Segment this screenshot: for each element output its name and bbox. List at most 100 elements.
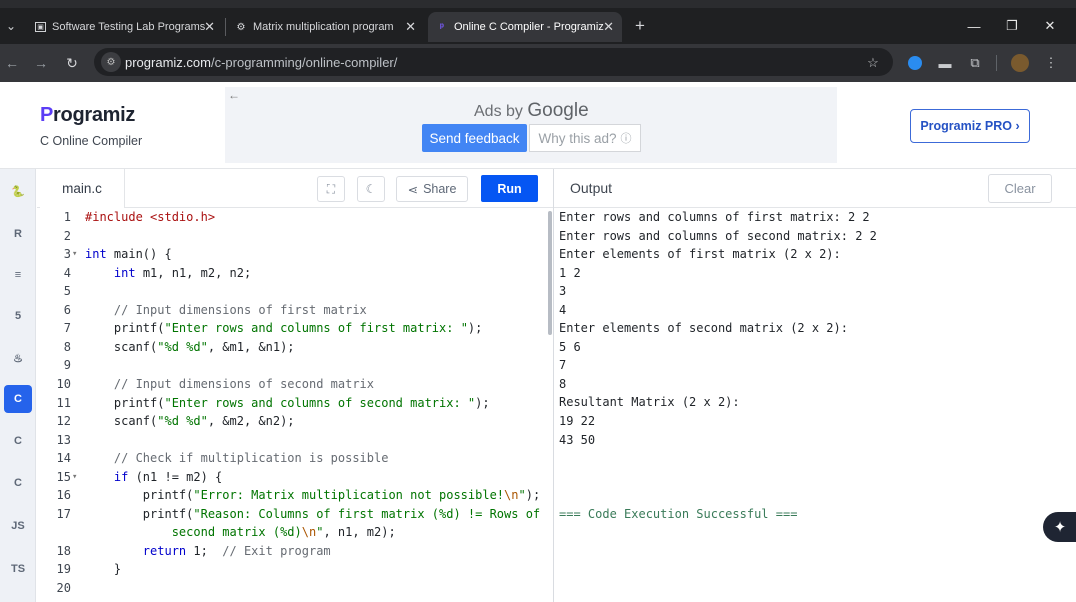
line-number[interactable]: 7 <box>37 319 71 338</box>
forward-icon[interactable]: → <box>29 52 53 74</box>
sidebar-item-sql[interactable]: ≡ <box>4 261 32 289</box>
line-number[interactable]: 11 <box>37 394 71 413</box>
code-text[interactable]: second matrix (%d)\n", n1, m2); <box>85 523 396 542</box>
line-number[interactable]: 19 <box>37 560 71 579</box>
extension-icon[interactable] <box>904 52 926 74</box>
line-number[interactable]: 15 <box>37 468 71 487</box>
fold-toggle-icon[interactable]: ▾ <box>72 245 77 264</box>
code-text[interactable]: // Input dimensions of first matrix <box>85 301 367 320</box>
code-text[interactable]: scanf("%d %d", &m1, &n1); <box>85 338 295 357</box>
code-line[interactable]: 20 <box>37 579 549 598</box>
code-line[interactable]: 15 ▾ if (n1 != m2) { <box>37 468 549 487</box>
restore-icon[interactable]: ❐ <box>994 12 1030 40</box>
tab-search-chevron-icon[interactable]: ⌄ <box>0 8 22 44</box>
media-icon[interactable]: ▬ <box>934 52 956 74</box>
sidebar-item-c[interactable]: C <box>4 385 32 413</box>
code-text[interactable]: // Input dimensions of second matrix <box>85 375 374 394</box>
code-line[interactable]: 8 scanf("%d %d", &m1, &n1); <box>37 338 549 357</box>
line-number[interactable]: 12 <box>37 412 71 431</box>
line-number[interactable]: 3 <box>37 245 71 264</box>
code-text[interactable]: printf("Enter rows and columns of second… <box>85 394 490 413</box>
reload-icon[interactable]: ↻ <box>60 52 84 74</box>
close-tab-icon[interactable]: ✕ <box>603 19 614 35</box>
sidebar-item-html[interactable]: 5 <box>4 302 32 330</box>
extensions-puzzle-icon[interactable]: ⧉ <box>964 52 986 74</box>
code-text[interactable]: int m1, n1, m2, n2; <box>85 264 251 283</box>
line-number[interactable]: 9 <box>37 356 71 375</box>
sidebar-item-r[interactable]: R <box>4 220 32 248</box>
code-line[interactable]: 1 #include <stdio.h> <box>37 208 549 227</box>
dark-mode-moon-icon[interactable]: ☾ <box>357 176 385 202</box>
pane-divider[interactable] <box>553 169 554 602</box>
bookmark-star-icon[interactable]: ☆ <box>862 52 884 74</box>
sidebar-item-javascript[interactable]: JS <box>4 512 32 540</box>
code-line[interactable]: 19 } <box>37 560 549 579</box>
url-text[interactable]: programiz.com/c-programming/online-compi… <box>125 55 397 70</box>
editor-scrollbar[interactable] <box>548 211 552 335</box>
code-text[interactable]: // Check if multiplication is possible <box>85 449 389 468</box>
minimize-icon[interactable]: — <box>956 12 992 40</box>
sidebar-item-csharp[interactable]: C <box>4 469 32 497</box>
new-tab-button[interactable]: + <box>626 12 654 40</box>
fold-toggle-icon[interactable]: ▾ <box>72 468 77 487</box>
code-line[interactable]: 4 int m1, n1, m2, n2; <box>37 264 549 283</box>
code-line[interactable]: 7 printf("Enter rows and columns of firs… <box>37 319 549 338</box>
code-line[interactable]: 10 // Input dimensions of second matrix <box>37 375 549 394</box>
back-icon[interactable]: ← <box>0 52 24 74</box>
run-button[interactable]: Run <box>481 175 538 202</box>
code-line[interactable]: 12 scanf("%d %d", &m2, &n2); <box>37 412 549 431</box>
output-console[interactable]: Enter rows and columns of first matrix: … <box>559 208 1069 523</box>
code-text[interactable]: printf("Enter rows and columns of first … <box>85 319 482 338</box>
close-tab-icon[interactable]: ✕ <box>204 19 215 35</box>
profile-avatar[interactable] <box>1009 52 1031 74</box>
code-line[interactable]: 17 printf("Reason: Columns of first matr… <box>37 505 549 524</box>
code-text[interactable]: #include <stdio.h> <box>85 208 215 227</box>
programiz-logo[interactable]: Programiz <box>40 104 135 127</box>
ad-back-arrow-icon[interactable]: ← <box>228 88 240 102</box>
code-line[interactable]: 2 <box>37 227 549 246</box>
line-number[interactable]: 5 <box>37 282 71 301</box>
code-line[interactable]: 16 printf("Error: Matrix multiplication … <box>37 486 549 505</box>
line-number[interactable]: 10 <box>37 375 71 394</box>
send-feedback-button[interactable]: Send feedback <box>422 124 527 152</box>
line-number[interactable]: 17 <box>37 505 71 524</box>
code-text[interactable]: } <box>85 560 121 579</box>
code-editor[interactable]: 1 #include <stdio.h> 2 3 ▾ int main() {4 int … <box>37 208 549 602</box>
code-text[interactable]: return 1; // Exit program <box>85 542 331 561</box>
ai-sparkle-icon[interactable]: ✦ <box>1043 512 1076 542</box>
code-line[interactable]: 6 // Input dimensions of first matrix <box>37 301 549 320</box>
code-line[interactable]: second matrix (%d)\n", n1, m2); <box>37 523 549 542</box>
line-number[interactable]: 20 <box>37 579 71 598</box>
line-number[interactable]: 2 <box>37 227 71 246</box>
code-line[interactable]: 14 // Check if multiplication is possibl… <box>37 449 549 468</box>
code-text[interactable]: int main() { <box>85 245 172 264</box>
sidebar-item-java[interactable]: ♨ <box>4 344 32 372</box>
line-number[interactable]: 4 <box>37 264 71 283</box>
share-button[interactable]: ⋖ Share <box>396 176 468 202</box>
code-line[interactable]: 5 <box>37 282 549 301</box>
code-text[interactable]: printf("Reason: Columns of first matrix … <box>85 505 540 524</box>
code-line[interactable]: 3 ▾ int main() { <box>37 245 549 264</box>
line-number[interactable]: 1 <box>37 208 71 227</box>
code-text[interactable]: scanf("%d %d", &m2, &n2); <box>85 412 295 431</box>
line-number[interactable]: 6 <box>37 301 71 320</box>
close-window-icon[interactable]: ✕ <box>1032 12 1068 40</box>
code-line[interactable]: 11 printf("Enter rows and columns of sec… <box>37 394 549 413</box>
site-info-icon[interactable]: ⚙ <box>101 52 121 72</box>
code-line[interactable]: 9 <box>37 356 549 375</box>
sidebar-item-python[interactable]: 🐍 <box>4 177 32 205</box>
code-text[interactable]: if (n1 != m2) { <box>85 468 222 487</box>
fullscreen-icon[interactable]: ⛶ <box>317 176 345 202</box>
tab-online-c-compiler[interactable]: ᵖ Online C Compiler - Programiz ✕ <box>428 12 622 42</box>
why-this-ad-button[interactable]: Why this ad? ⓘ <box>529 124 641 152</box>
tab-matrix-multiplication[interactable]: ⚙ Matrix multiplication program ✕ <box>227 12 424 42</box>
browser-menu-icon[interactable]: ⋮ <box>1040 52 1062 74</box>
close-tab-icon[interactable]: ✕ <box>405 19 416 35</box>
code-line[interactable]: 18 return 1; // Exit program <box>37 542 549 561</box>
line-number[interactable]: 16 <box>37 486 71 505</box>
programiz-pro-button[interactable]: Programiz PRO › <box>910 109 1030 143</box>
file-tab-main-c[interactable]: main.c <box>40 169 125 208</box>
code-text[interactable]: printf("Error: Matrix multiplication not… <box>85 486 540 505</box>
clear-button[interactable]: Clear <box>988 174 1052 203</box>
sidebar-item-cpp[interactable]: C <box>4 427 32 455</box>
